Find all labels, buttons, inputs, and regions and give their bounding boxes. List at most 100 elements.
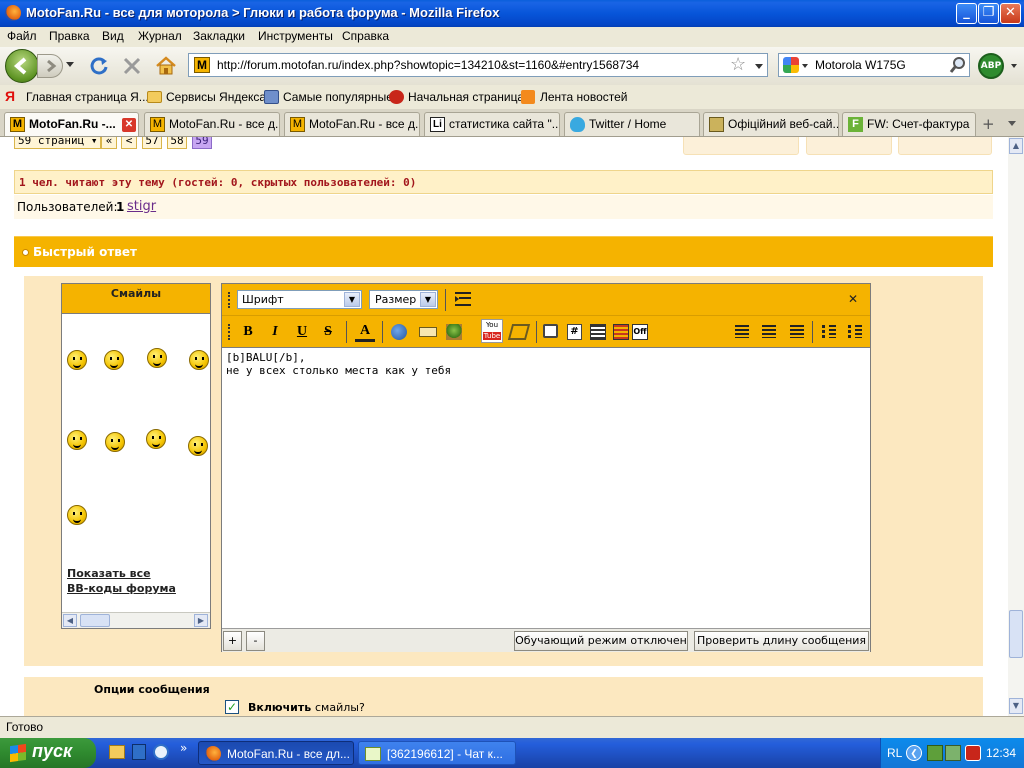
page-57-link[interactable]: 57 [142,137,162,149]
tab-list-dropdown-icon[interactable] [1008,121,1016,126]
history-dropdown-icon[interactable] [66,62,74,67]
align-center-icon[interactable] [762,325,776,338]
quick-reply-header[interactable]: Быстрый ответ [14,236,993,267]
underline-button[interactable]: U [292,322,312,342]
collapse-icon[interactable] [22,249,29,256]
bookmark-star-icon[interactable]: ☆ [730,54,746,75]
menu-help[interactable]: Справка [342,29,389,43]
tab-liveinternet[interactable]: Li статистика сайта "... [424,112,560,136]
new-tab-button[interactable]: + [982,115,995,133]
cool-emoticon-icon[interactable] [147,348,167,368]
italic-button[interactable]: I [265,322,285,342]
youtube-icon[interactable]: You Tube [481,319,503,343]
spoiler-icon[interactable] [507,324,531,340]
tab-invoice[interactable]: F FW: Счет-фактура [842,112,976,136]
bookmark-yandex-home[interactable]: Главная страница Я... [26,90,149,104]
bookmark-yandex-services[interactable]: Сервисы Яндекса [166,90,266,104]
scroll-down-icon[interactable]: ▼ [1009,698,1023,714]
quick-launch-ie-icon[interactable] [153,744,169,760]
back-button[interactable] [5,49,39,83]
user-link-stigr[interactable]: stigr [127,199,156,214]
smilies-horizontal-scrollbar[interactable]: ◀ ▶ [62,612,210,628]
tab-motofan-2[interactable]: M MotoFan.Ru - все д... [144,112,280,136]
scroll-right-icon[interactable]: ▶ [194,614,208,627]
unordered-list-icon[interactable] [848,325,862,338]
minimize-button[interactable]: _ [956,3,977,24]
page-58-link[interactable]: 58 [167,137,187,149]
start-button[interactable]: пуск [0,738,96,768]
crazy-emoticon-icon[interactable] [188,436,208,456]
home-icon[interactable] [155,55,177,77]
hr-icon[interactable] [613,324,629,340]
training-mode-button[interactable]: Обучающий режим отключен [514,631,688,651]
adblock-button[interactable]: ABP [978,53,1004,79]
tray-app-icon[interactable] [965,745,981,761]
offtopic-icon[interactable]: Off [632,324,648,340]
page-prev-link[interactable]: < [121,137,137,149]
tab-motofan-active[interactable]: M MotoFan.Ru -... ✕ [4,112,139,136]
show-all-smilies-link[interactable]: Показать все [67,567,151,580]
check-length-button[interactable]: Проверить длину сообщения [694,631,869,651]
quick-launch-explorer-icon[interactable] [109,745,125,759]
font-select[interactable]: Шрифт ▼ [237,290,362,309]
new-poll-button[interactable] [898,137,992,155]
bookmark-start-page[interactable]: Начальная страница [408,90,524,104]
menu-tools[interactable]: Инструменты [258,29,333,43]
font-color-button[interactable]: A [355,322,375,342]
big-grin-emoticon-icon[interactable] [67,430,87,450]
stop-icon[interactable] [121,55,143,77]
taskbar-chat[interactable]: [362196612] - Чат к... [358,741,516,765]
close-editor-icon[interactable]: ✕ [848,292,858,306]
quick-launch-more-icon[interactable]: » [180,741,187,755]
restore-button[interactable]: ❐ [978,3,999,24]
insert-link-icon[interactable] [391,324,407,340]
strikethrough-button[interactable]: S [318,322,338,342]
google-engine-icon[interactable] [783,57,799,73]
embarrassed-emoticon-icon[interactable] [104,350,124,370]
abp-dropdown-icon[interactable] [1011,64,1017,68]
reload-icon[interactable] [88,55,110,77]
safely-remove-icon[interactable] [945,745,961,761]
page-vertical-scrollbar[interactable]: ▲ ▼ [1008,137,1024,716]
scroll-thumb[interactable] [80,614,110,627]
insert-image-icon[interactable] [446,324,462,340]
size-select[interactable]: Размер ▼ [369,290,438,309]
tab-official-site[interactable]: Офіційний веб-сай... [703,112,839,136]
network-icon[interactable] [927,745,943,761]
forward-button[interactable] [37,54,63,78]
new-topic-button[interactable] [806,137,892,155]
search-icon[interactable] [949,56,967,74]
tray-expand-icon[interactable]: ❮ [906,745,922,761]
scroll-left-icon[interactable]: ◀ [63,614,77,627]
scroll-thumb[interactable] [1009,610,1023,658]
tab-twitter[interactable]: Twitter / Home [564,112,700,136]
smile-emoticon-icon[interactable] [67,350,87,370]
forum-bbcodes-link[interactable]: BB-коды форума [67,582,176,595]
list-block-icon[interactable] [590,324,606,340]
engine-dropdown-icon[interactable] [802,64,808,68]
insert-email-icon[interactable] [419,327,437,337]
confused-emoticon-icon[interactable] [105,432,125,452]
message-textarea[interactable]: [b]BALU[/b], не у всех столько места как… [222,348,870,566]
shrink-editor-button[interactable]: - [246,631,265,651]
search-box[interactable]: Motorola W175G [778,53,970,77]
taskbar-firefox[interactable]: MotoFan.Ru - все дл... [198,741,354,765]
scroll-up-icon[interactable]: ▲ [1009,138,1023,154]
close-button[interactable]: ✕ [1000,3,1021,24]
pages-dropdown[interactable]: 59 страниц ▾ [14,137,102,149]
bold-button[interactable]: B [238,322,258,342]
align-right-icon[interactable] [790,325,804,338]
menu-history[interactable]: Журнал [138,29,182,43]
page-first-link[interactable]: « [101,137,117,149]
bookmark-news-feed[interactable]: Лента новостей [540,90,628,104]
reply-button[interactable] [683,137,799,155]
menu-view[interactable]: Вид [102,29,124,43]
address-bar[interactable]: M http://forum.motofan.ru/index.php?show… [188,53,768,77]
expand-editor-button[interactable]: + [223,631,242,651]
menu-edit[interactable]: Правка [49,29,90,43]
laugh-emoticon-icon[interactable] [189,350,209,370]
tab-close-icon[interactable]: ✕ [122,118,136,132]
wink-emoticon-icon[interactable] [67,505,87,525]
quick-launch-desktop-icon[interactable] [132,744,146,760]
code-icon[interactable]: # [567,324,582,340]
